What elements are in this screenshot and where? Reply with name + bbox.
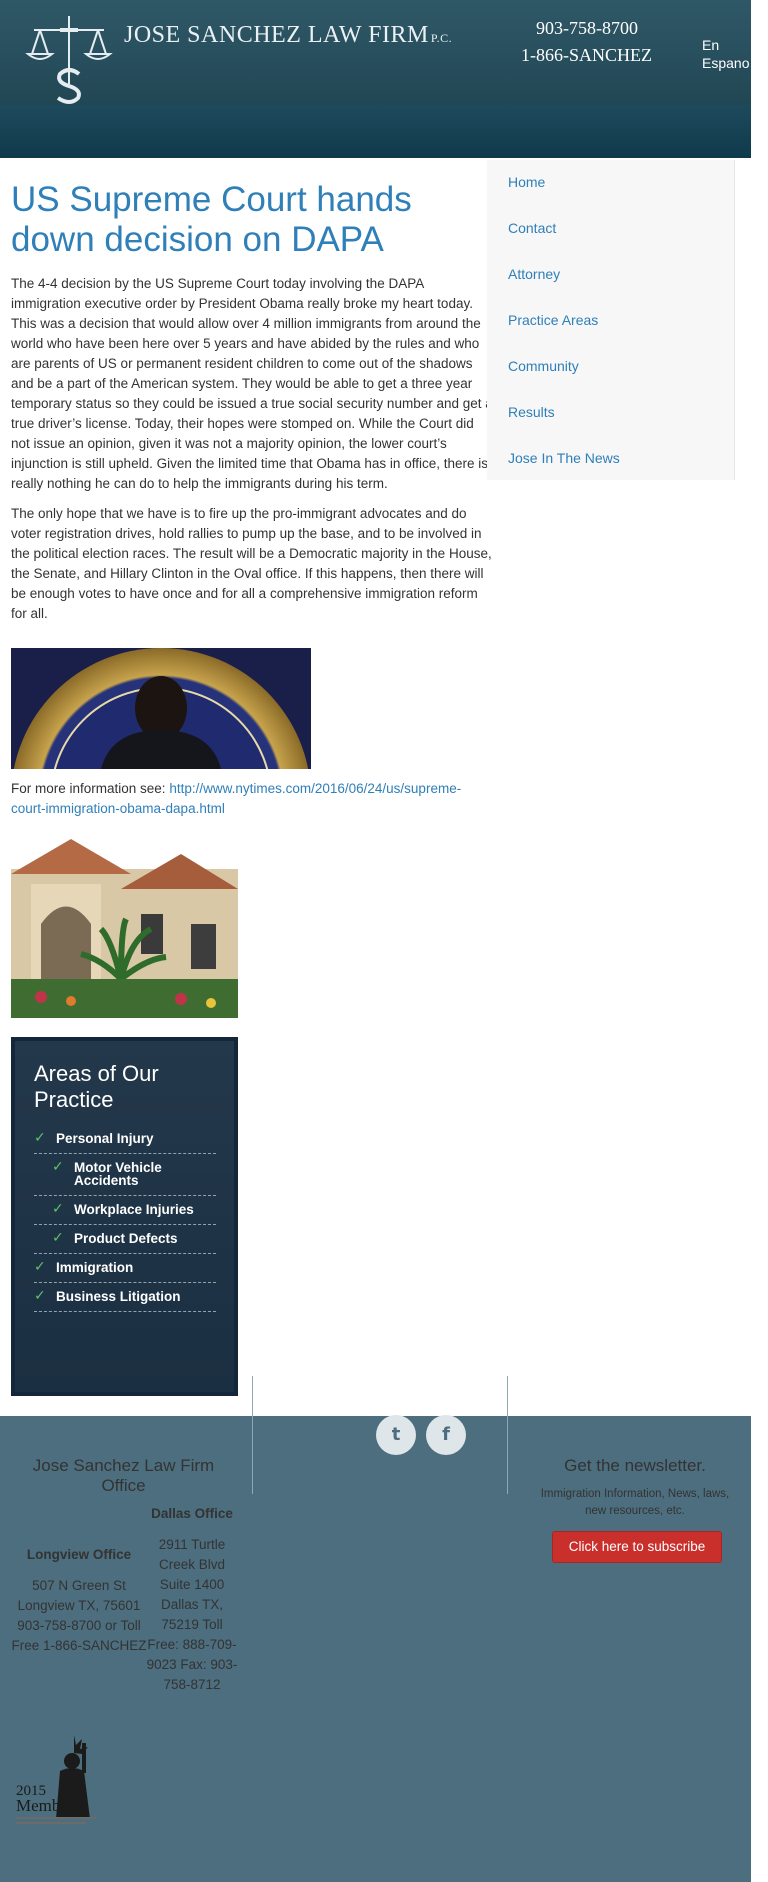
scales-of-justice-logo-icon[interactable] bbox=[24, 14, 114, 109]
longview-office-heading: Longview Office bbox=[26, 1547, 132, 1562]
more-info-prefix: For more information see: bbox=[11, 781, 170, 796]
statue-of-liberty-member-badge: 2015 Member bbox=[16, 1735, 96, 1824]
dallas-office-heading: Dallas Office bbox=[151, 1506, 233, 1521]
practice-product-defects[interactable]: ✓ Product Defects bbox=[34, 1225, 216, 1254]
more-info: For more information see: http://www.nyt… bbox=[11, 779, 495, 819]
site-header: JOSE SANCHEZ LAW FIRM P.C. 903-758-8700 1… bbox=[0, 0, 751, 158]
areas-title: Areas of Our Practice bbox=[34, 1061, 159, 1112]
sidebar-item-contact[interactable]: Contact bbox=[487, 206, 734, 252]
article: US Supreme Court hands down decision on … bbox=[11, 180, 495, 634]
footer-office-title: Jose Sanchez Law Firm Office bbox=[32, 1456, 215, 1495]
firm-suffix: P.C. bbox=[430, 31, 453, 45]
header-band bbox=[0, 105, 751, 158]
phone-local[interactable]: 903-758-8700 bbox=[536, 18, 638, 39]
practice-label: Immigration bbox=[56, 1260, 134, 1275]
newsletter-subtitle: Immigration Information, News, laws, new… bbox=[540, 1488, 730, 1517]
member-word: Member bbox=[16, 1796, 74, 1815]
facebook-icon[interactable]: f bbox=[426, 1415, 466, 1455]
practice-motor-vehicle-accidents[interactable]: ✓ Motor Vehicle Accidents bbox=[34, 1154, 216, 1196]
sidebar-item-home[interactable]: Home bbox=[487, 160, 734, 206]
sidebar-item-attorney[interactable]: Attorney bbox=[487, 252, 734, 298]
twitter-icon[interactable]: t bbox=[376, 1415, 416, 1455]
sidebar-nav: Home Contact Attorney Practice Areas Com… bbox=[487, 160, 735, 480]
check-icon: ✓ bbox=[52, 1229, 64, 1245]
practice-label: Motor Vehicle Accidents bbox=[74, 1160, 162, 1188]
article-paragraph: The only hope that we have is to fire up… bbox=[11, 506, 492, 621]
check-icon: ✓ bbox=[52, 1200, 64, 1216]
newsletter-title: Get the newsletter. bbox=[564, 1456, 706, 1475]
practice-label: Product Defects bbox=[74, 1231, 178, 1246]
sidebar-item-jose-in-the-news[interactable]: Jose In The News bbox=[487, 436, 734, 482]
phone-toll-free[interactable]: 1-866-SANCHEZ bbox=[521, 45, 652, 66]
areas-of-practice-box: Areas of Our Practice ✓ Personal Injury ✓… bbox=[11, 1037, 238, 1396]
subscribe-button[interactable]: Click here to subscribe bbox=[552, 1531, 722, 1563]
practice-label: Workplace Injuries bbox=[74, 1202, 194, 1217]
practice-business-litigation[interactable]: ✓ Business Litigation bbox=[34, 1283, 216, 1312]
check-icon: ✓ bbox=[34, 1129, 46, 1145]
check-icon: ✓ bbox=[34, 1258, 46, 1274]
check-icon: ✓ bbox=[52, 1158, 64, 1174]
areas-list: ✓ Personal Injury ✓ Motor Vehicle Accident… bbox=[34, 1125, 216, 1312]
sidebar-item-results[interactable]: Results bbox=[487, 390, 734, 436]
president-photo bbox=[11, 648, 311, 769]
sidebar-item-community[interactable]: Community bbox=[487, 344, 734, 390]
language-toggle[interactable]: En Espano bbox=[702, 36, 751, 72]
practice-workplace-injuries[interactable]: ✓ Workplace Injuries bbox=[34, 1196, 216, 1225]
check-icon: ✓ bbox=[34, 1287, 46, 1303]
footer-divider bbox=[507, 1376, 508, 1494]
practice-personal-injury[interactable]: ✓ Personal Injury bbox=[34, 1125, 216, 1154]
dallas-office-address: 2911 Turtle Creek Blvd Suite 1400 Dallas… bbox=[146, 1537, 238, 1692]
footer-divider bbox=[252, 1376, 253, 1494]
practice-label: Personal Injury bbox=[56, 1131, 154, 1146]
firm-name-text: JOSE SANCHEZ LAW FIRM bbox=[124, 22, 429, 48]
sidebar-item-practice-areas[interactable]: Practice Areas bbox=[487, 298, 734, 344]
article-title: US Supreme Court hands down decision on … bbox=[11, 180, 412, 259]
office-building-photo bbox=[11, 829, 238, 1018]
firm-name[interactable]: JOSE SANCHEZ LAW FIRM P.C. bbox=[124, 22, 452, 49]
longview-office-address: 507 N Green St Longview TX, 75601 903-75… bbox=[11, 1578, 147, 1653]
article-paragraph: The 4-4 decision by the US Supreme Court… bbox=[11, 276, 493, 491]
practice-label: Business Litigation bbox=[56, 1289, 181, 1304]
practice-immigration[interactable]: ✓ Immigration bbox=[34, 1254, 216, 1283]
